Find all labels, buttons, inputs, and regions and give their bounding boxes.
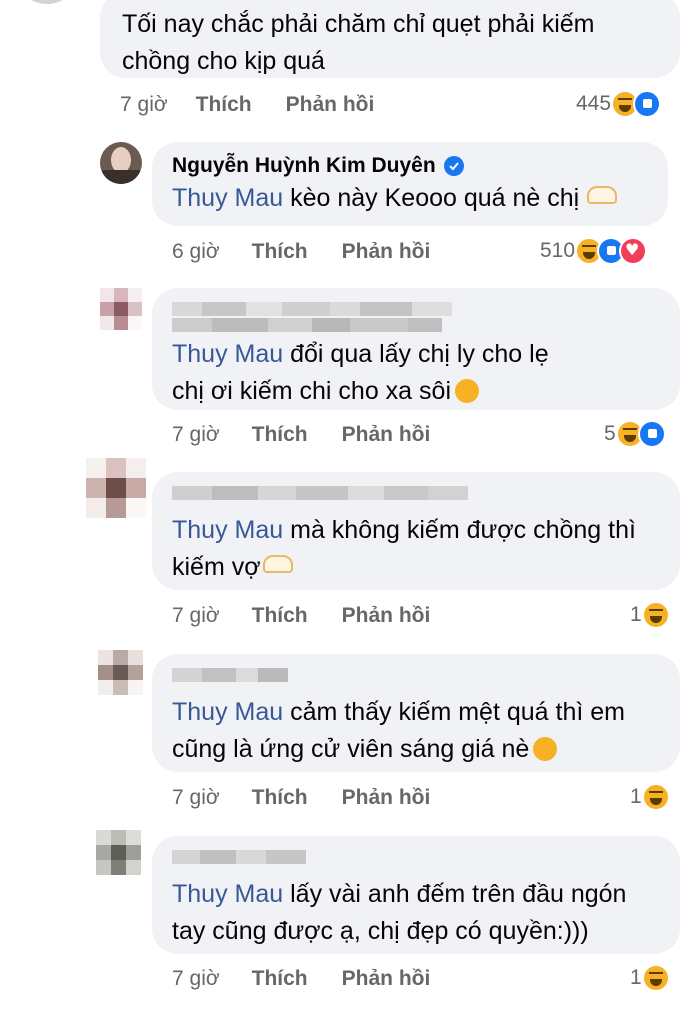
hand-heart-emoji [262,555,293,573]
reply-button[interactable]: Phản hồi [342,967,431,991]
like-button[interactable]: Thích [252,967,308,991]
like-button[interactable]: Thích [252,240,308,264]
reaction-count: 1 [630,785,642,808]
blurred-author-name [172,850,660,864]
reaction-summary[interactable]: 1 [630,600,670,630]
laughing-emoji [455,379,479,403]
comment-time[interactable]: 7 giờ [172,967,220,991]
comment-text: Thuy Mau kèo này Keooo quá nè chị [172,180,648,217]
comment-bubble: Thuy Mau cảm thấy kiếm mệt quá thì em cũ… [152,654,680,772]
mention-link[interactable]: Thuy Mau [172,184,283,212]
avatar[interactable] [86,458,146,518]
mention-link[interactable]: Thuy Mau [172,698,283,726]
reaction-summary[interactable]: 1 [630,782,670,812]
hand-heart-emoji [587,186,618,204]
comment-time[interactable]: 7 giờ [172,423,220,447]
comment-meta: 7 giờ Thích Phản hồi [172,783,430,813]
avatar[interactable] [14,0,80,4]
avatar[interactable] [100,288,142,330]
reaction-count: 1 [630,603,642,626]
like-button[interactable]: Thích [252,786,308,810]
comment-text: Thuy Mau cảm thấy kiếm mệt quá thì em cũ… [172,694,652,768]
comment-meta: 6 giờ Thích Phản hồi [172,237,430,267]
avatar[interactable] [98,650,144,696]
comment-time[interactable]: 7 giờ [172,786,220,810]
comment-meta: 7 giờ Thích Phản hồi [172,420,430,450]
like-reaction-icon [633,90,662,118]
comment-meta: 7 giờ Thích Phản hồi [172,964,430,994]
reaction-summary[interactable]: 510 [540,236,648,266]
reaction-summary[interactable]: 1 [630,963,670,993]
reply-button[interactable]: Phản hồi [342,240,431,264]
reply-button[interactable]: Phản hồi [342,786,431,810]
love-reaction-icon [619,237,648,265]
comment-time[interactable]: 7 giờ [120,93,168,117]
comment-text: Thuy Mau lấy vài anh đếm trên đầu ngón t… [172,876,662,950]
verified-badge-icon [443,156,464,176]
comment-bubble: Tối nay chắc phải chăm chỉ quẹt phải kiế… [100,0,680,78]
comment-meta: 7 giờ Thích Phản hồi [120,90,374,120]
comment-text: Thuy Mau đổi qua lấy chị ly cho lẹ chị ơ… [172,336,572,410]
blurred-author-name [172,668,660,682]
comment-time[interactable]: 6 giờ [172,240,220,264]
avatar[interactable] [96,830,142,876]
comment-text: Thuy Mau mà không kiếm được chồng thì ki… [172,512,652,586]
reply-button[interactable]: Phản hồi [286,93,375,117]
like-button[interactable]: Thích [196,93,252,117]
reaction-summary[interactable]: 5 [604,419,666,449]
like-button[interactable]: Thích [252,423,308,447]
reply-button[interactable]: Phản hồi [342,423,431,447]
comment-author[interactable]: Nguyễn Huỳnh Kim Duyên [172,152,648,180]
blurred-author-name [172,486,660,500]
haha-reaction-icon [641,601,670,629]
comment-bubble: Thuy Mau mà không kiếm được chồng thì ki… [152,472,680,590]
reaction-count: 1 [630,966,642,989]
reaction-summary[interactable]: 445 [576,89,662,119]
haha-reaction-icon [641,783,670,811]
comment-text: Tối nay chắc phải chăm chỉ quẹt phải kiế… [122,10,595,75]
smiling-emoji [533,737,558,761]
reply-button[interactable]: Phản hồi [342,604,431,628]
reaction-count: 445 [576,92,612,115]
like-reaction-icon [637,420,666,448]
comment-meta: 7 giờ Thích Phản hồi [172,601,430,631]
comment-bubble: Nguyễn Huỳnh Kim Duyên Thuy Mau kèo này … [152,142,668,226]
mention-link[interactable]: Thuy Mau [172,516,283,544]
blurred-author-name [172,318,660,332]
avatar[interactable] [100,142,142,184]
comment-time[interactable]: 7 giờ [172,604,220,628]
mention-link[interactable]: Thuy Mau [172,880,283,908]
reaction-count: 510 [540,239,576,262]
author-name[interactable]: Nguyễn Huỳnh Kim Duyên [172,152,436,180]
comment-bubble: Thuy Mau lấy vài anh đếm trên đầu ngón t… [152,836,680,954]
reaction-count: 5 [604,422,616,445]
like-button[interactable]: Thích [252,604,308,628]
comment-bubble: Thuy Mau đổi qua lấy chị ly cho lẹ chị ơ… [152,288,680,410]
haha-reaction-icon [641,964,670,992]
blurred-author-name [172,302,660,316]
mention-link[interactable]: Thuy Mau [172,340,283,368]
comment-body: kèo này Keooo quá nè chị [290,184,580,212]
